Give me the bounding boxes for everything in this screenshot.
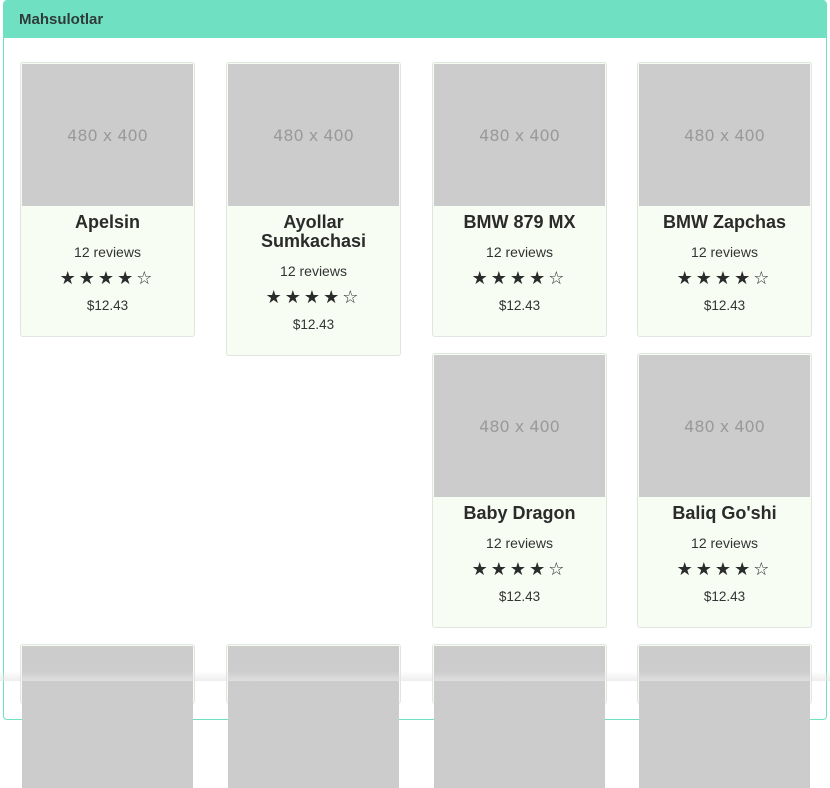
product-image-placeholder[interactable] [639,646,810,788]
rating-stars-icon: ★★★★☆ [59,268,156,288]
product-reviews: 12 reviews [74,244,141,260]
product-card[interactable]: 480 x 400 Ayollar Sumkachasi 12 reviews … [226,62,401,356]
products-panel: Mahsulotlar 480 x 400 Apelsin 12 reviews… [3,0,827,788]
product-price: $12.43 [703,589,746,604]
rating-stars-icon: ★★★★☆ [471,268,568,288]
product-reviews: 12 reviews [486,244,553,260]
rating-stars-icon: ★★★★☆ [676,268,773,288]
product-price: $12.43 [292,317,335,332]
product-reviews: 12 reviews [280,263,347,279]
bottom-scroll-shadow [0,671,830,681]
product-name[interactable]: BMW Zapchas [638,213,811,232]
product-image-placeholder[interactable]: 480 x 400 [22,64,193,206]
panel-title: Mahsulotlar [19,11,104,28]
rating-stars-icon: ★★★★☆ [676,559,773,579]
panel-header: Mahsulotlar [4,1,826,38]
rating-stars-icon: ★★★★☆ [471,559,568,579]
product-name[interactable]: Baby Dragon [433,504,606,523]
product-image-placeholder[interactable]: 480 x 400 [434,355,605,497]
product-card[interactable]: 480 x 400 Baby Dragon 12 reviews ★★★★☆ $… [432,353,607,628]
product-price: $12.43 [86,298,129,313]
product-card[interactable]: 480 x 400 Baliq Go'shi 12 reviews ★★★★☆ … [637,353,812,628]
product-card[interactable]: 480 x 400 BMW Zapchas 12 reviews ★★★★☆ $… [637,62,812,337]
product-price: $12.43 [703,298,746,313]
product-card[interactable]: 480 x 400 Apelsin 12 reviews ★★★★☆ $12.4… [20,62,195,337]
product-reviews: 12 reviews [691,244,758,260]
product-name[interactable]: Ayollar Sumkachasi [227,213,400,251]
product-image-placeholder[interactable]: 480 x 400 [434,64,605,206]
rating-stars-icon: ★★★★☆ [265,287,362,307]
product-reviews: 12 reviews [691,535,758,551]
product-name[interactable]: BMW 879 MX [433,213,606,232]
product-image-placeholder[interactable] [228,646,399,788]
product-price: $12.43 [498,589,541,604]
product-reviews: 12 reviews [486,535,553,551]
product-image-placeholder[interactable]: 480 x 400 [228,64,399,206]
product-image-placeholder[interactable] [434,646,605,788]
product-card[interactable]: 480 x 400 BMW 879 MX 12 reviews ★★★★☆ $1… [432,62,607,337]
product-price: $12.43 [498,298,541,313]
product-name[interactable]: Baliq Go'shi [638,504,811,523]
product-image-placeholder[interactable]: 480 x 400 [639,64,810,206]
product-image-placeholder[interactable] [22,646,193,788]
product-image-placeholder[interactable]: 480 x 400 [639,355,810,497]
product-name[interactable]: Apelsin [21,213,194,232]
